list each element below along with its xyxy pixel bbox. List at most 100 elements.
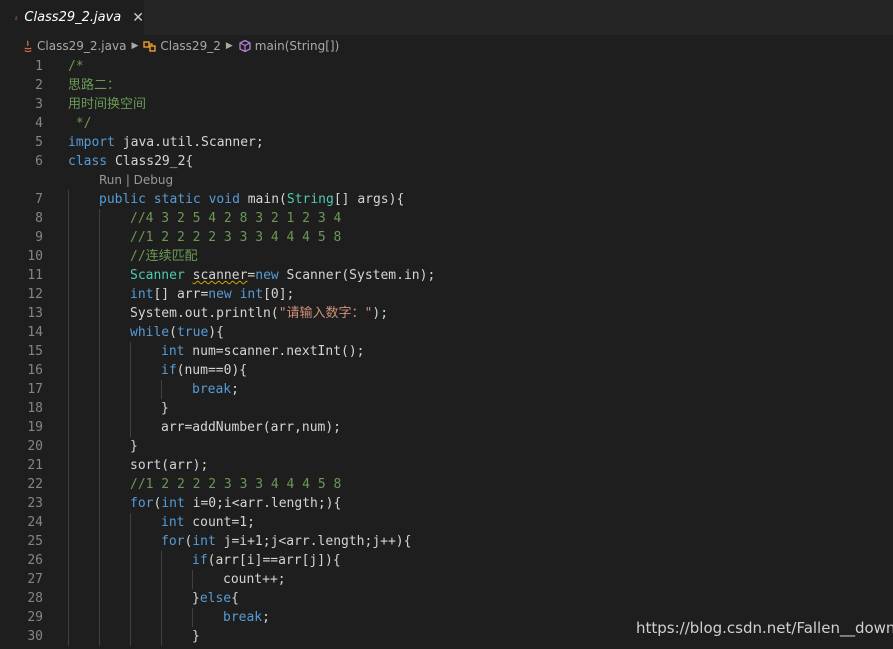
code-token: void [208,192,240,207]
code-token: arr=addNumber(arr,num); [161,420,342,435]
indent-guide [161,380,162,399]
code-line[interactable]: 7 public static void main(String[] args){ [0,190,893,209]
code-line[interactable]: 8 //4 3 2 5 4 2 8 3 2 1 2 3 4 [0,209,893,228]
code-line[interactable]: 1 /* [0,57,893,76]
code-token: int [130,287,154,302]
code-editor[interactable]: 1 /* 2 思路二： 3 用时间换空间 4 */ 5 import java.util.Sca… [0,57,893,649]
line-number: 15 [27,344,43,359]
line-number: 23 [27,496,43,511]
codelens-run-debug[interactable]: Run | Debug [99,171,173,190]
code-text: } [161,399,169,418]
code-line[interactable]: 19 arr=addNumber(arr,num); [0,418,893,437]
code-token: count++; [223,572,286,587]
indent-guide [130,570,131,589]
code-line[interactable]: 27 count++; [0,570,893,589]
code-token: Scanner(System.in); [278,268,436,283]
code-line[interactable]: 24 int count=1; [0,513,893,532]
code-token: ; [262,610,270,625]
code-line[interactable]: 23 for(int i=0;i<arr.length;){ [0,494,893,513]
indent-guide [161,608,162,627]
indent-guide [99,342,100,361]
code-token: [0]; [263,287,295,302]
code-text: 思路二： [68,76,120,95]
code-token: [] arr= [153,287,209,302]
code-line[interactable]: 28}else{ [0,589,893,608]
line-number: 12 [27,287,43,302]
code-token: int [192,534,216,549]
indent-guide [99,399,100,418]
code-token: Scanner [130,268,185,283]
code-line[interactable]: 3 用时间换空间 [0,95,893,114]
code-line[interactable]: 4 */ [0,114,893,133]
indent-guide [68,532,69,551]
indent-guide [68,380,69,399]
indent-guide [99,551,100,570]
code-token: 思路二： [68,78,121,93]
code-line[interactable]: 13 System.out.println("请输入数字："); [0,304,893,323]
breadcrumb-class[interactable]: Class29_2 [143,39,221,53]
code-text: */ [68,114,92,133]
code-token: } [192,591,200,606]
code-text: 用时间换空间 [68,95,146,114]
java-icon [24,39,32,52]
chevron-right-icon: ▶ [131,41,139,51]
code-token: else [199,591,232,606]
breadcrumb-file[interactable]: Class29_2.java [22,39,126,53]
code-token: [] args){ [333,192,405,207]
line-number: 10 [27,249,43,264]
indent-guide [161,551,162,570]
indent-guide [99,361,100,380]
code-line[interactable]: 20} [0,437,893,456]
line-number: 19 [27,420,43,435]
line-number: 6 [35,154,43,169]
code-line[interactable]: 25 for(int j=i+1;j<arr.length;j++){ [0,532,893,551]
code-line[interactable]: 14 while(true){ [0,323,893,342]
code-line[interactable]: 21 sort(arr); [0,456,893,475]
code-text: import java.util.Scanner; [68,133,264,152]
code-token: { [231,591,239,606]
code-line[interactable]: 15 int num=scanner.nextInt(); [0,342,893,361]
indent-guide [99,475,100,494]
code-line[interactable]: 17 break; [0,380,893,399]
code-token: for [161,534,185,549]
tab-label: Class29_2.java [24,10,122,25]
code-line[interactable]: 5 import java.util.Scanner; [0,133,893,152]
code-token: i=0;i<arr.length;){ [184,496,342,511]
code-line[interactable]: 22 //1 2 2 2 2 3 3 3 4 4 4 5 8 [0,475,893,494]
code-line[interactable]: 6 class Class29_2{ [0,152,893,171]
indent-guide [68,475,69,494]
code-line[interactable]: 16 if(num==0){ [0,361,893,380]
code-token: j=i+1;j<arr.length;j++){ [215,534,412,549]
code-line[interactable]: 10 //连续匹配 [0,247,893,266]
indent-guide [130,589,131,608]
code-text: if(num==0){ [161,361,247,380]
code-token: main( [239,192,287,207]
code-token: new [208,287,232,302]
code-line[interactable]: 11 Scanner scanner=new Scanner(System.in)… [0,266,893,285]
indent-guide [68,399,69,418]
code-text: int count=1; [161,513,255,532]
code-line[interactable]: 9 //1 2 2 2 2 3 3 3 4 4 4 5 8 [0,228,893,247]
code-text: class Class29_2{ [68,152,193,171]
code-line[interactable]: 12 int[] arr=new int[0]; [0,285,893,304]
line-number: 16 [27,363,43,378]
indent-guide [68,437,69,456]
indent-guide [99,532,100,551]
tab-bar: Class29_2.java ✕ [0,0,893,35]
code-token: //1 2 2 2 2 3 3 3 4 4 4 5 8 [130,230,342,245]
code-token: count=1; [184,515,255,530]
code-line[interactable]: 26 if(arr[i]==arr[j]){ [0,551,893,570]
code-token: int [161,344,185,359]
breadcrumb-method-label: main(String[]) [254,39,340,53]
code-text: /* [68,57,84,76]
code-token: sort(arr); [130,458,209,473]
tab-class29-2-java[interactable]: Class29_2.java ✕ [0,0,144,35]
line-number: 5 [35,135,43,150]
breadcrumb-method[interactable]: main(String[]) [238,39,340,53]
code-line[interactable]: 2 思路二： [0,76,893,95]
code-line[interactable]: 18} [0,399,893,418]
class-icon [143,41,157,52]
close-icon[interactable]: ✕ [132,10,144,26]
